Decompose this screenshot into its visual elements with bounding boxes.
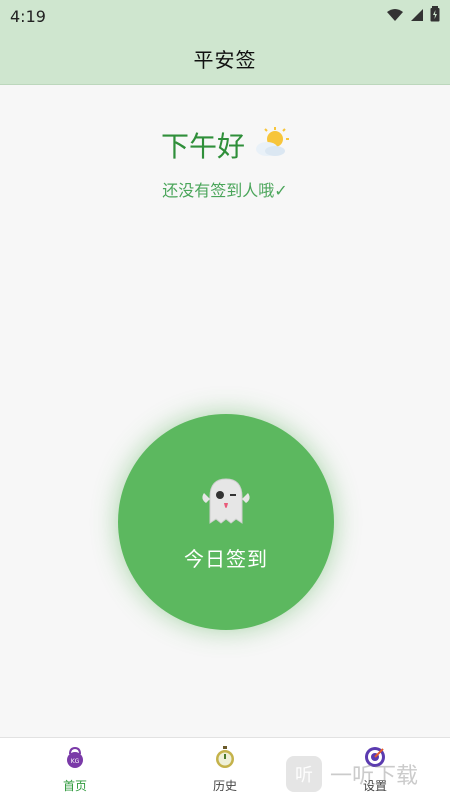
battery-icon — [430, 6, 440, 26]
status-time: 4:19 — [10, 6, 46, 26]
checkin-button[interactable]: 今日签到 — [118, 414, 334, 630]
status-icons — [386, 6, 440, 26]
nav-label-history: 历史 — [212, 779, 237, 793]
checkin-label: 今日签到 — [184, 546, 268, 571]
stopwatch-icon — [213, 745, 237, 773]
nav-item-history[interactable]: 历史 — [165, 745, 285, 794]
ghost-icon — [198, 473, 254, 533]
watermark-text: 一听下载 — [330, 764, 419, 789]
nav-label-home: 首页 — [62, 779, 87, 793]
sun-behind-cloud-icon — [255, 126, 289, 164]
watermark-logo-icon: 听 — [286, 756, 322, 792]
svg-text:KG: KG — [71, 758, 80, 765]
app-bar: 平安签 — [0, 32, 450, 85]
status-bar: 4:19 — [0, 0, 450, 32]
cell-signal-icon — [410, 7, 424, 26]
status-subtext: 还没有签到人哦✓ — [162, 181, 288, 200]
greeting-text: 下午好 — [160, 130, 245, 163]
nav-item-home[interactable]: KG 首页 — [15, 745, 135, 794]
wifi-icon — [386, 7, 404, 26]
app-title: 平安签 — [193, 47, 257, 72]
kettlebell-icon: KG — [63, 745, 87, 773]
greeting: 下午好 — [0, 125, 450, 165]
main-content: 下午好 还没有签到人哦✓ 今日签到 — [0, 85, 450, 737]
watermark: 听 一听下载 — [286, 752, 446, 796]
